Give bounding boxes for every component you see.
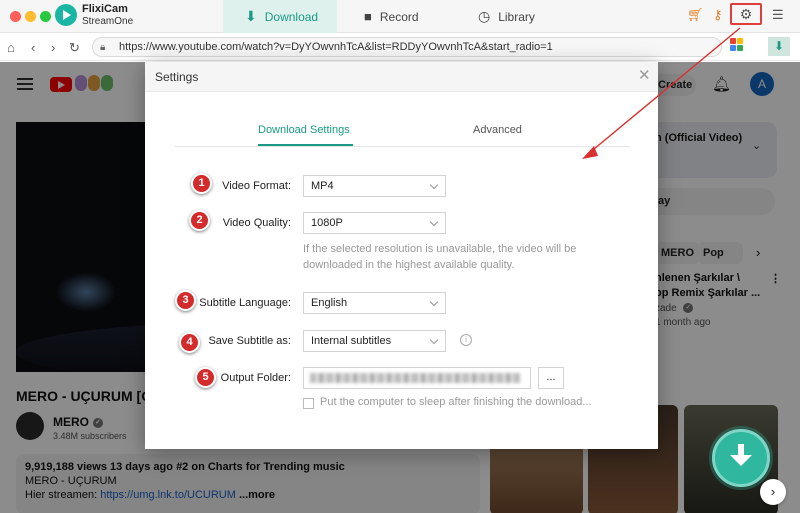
chevron-down-icon: [429, 180, 439, 190]
tab-download[interactable]: ⬇ Download: [223, 0, 337, 33]
browse-folder-button[interactable]: ...: [538, 367, 564, 389]
clock-icon: ◷: [478, 8, 491, 24]
info-icon[interactable]: i: [460, 334, 472, 346]
output-folder-input[interactable]: [303, 367, 531, 389]
download-fab-button[interactable]: [712, 429, 770, 487]
blurred-path: [310, 373, 520, 383]
download-panel-icon[interactable]: ⬇: [768, 37, 790, 56]
lock-icon: 🔒︎: [100, 42, 106, 53]
video-quality-label: Video Quality:: [222, 217, 291, 229]
back-icon[interactable]: ‹: [31, 40, 35, 55]
tab-advanced[interactable]: Advanced: [473, 124, 522, 146]
dialog-title: Settings: [155, 70, 199, 84]
menu-icon[interactable]: ☰: [772, 7, 784, 23]
camera-icon: ■: [364, 9, 372, 24]
close-icon[interactable]: ✕: [638, 68, 651, 83]
app-name: FlixiCam: [82, 3, 128, 15]
browser-toolbar: ⌂ ‹ › ↻ https://www.youtube.com/watch?v=…: [0, 34, 800, 61]
chevron-down-icon: [429, 217, 439, 227]
download-icon: ⬇: [245, 8, 257, 24]
resolution-note: If the selected resolution is unavailabl…: [303, 243, 577, 271]
key-icon[interactable]: ⚷: [713, 7, 723, 23]
minimize-window-button[interactable]: [25, 11, 36, 22]
app-subtitle: StreamOne: [82, 16, 134, 27]
sleep-checkbox-label: Put the computer to sleep after finishin…: [320, 396, 592, 408]
subtitle-language-select[interactable]: English: [303, 292, 446, 314]
settings-button[interactable]: ⚙: [730, 3, 762, 25]
apps-grid-icon[interactable]: [730, 38, 744, 52]
cart-icon[interactable]: 🛒︎: [687, 7, 704, 23]
app-window: FlixiCam StreamOne ⬇ Download ■ Record ◷…: [0, 0, 800, 513]
url-input[interactable]: https://www.youtube.com/watch?v=DyYOwvnh…: [92, 37, 722, 57]
save-subtitle-value: Internal subtitles: [311, 335, 392, 347]
title-bar: FlixiCam StreamOne ⬇ Download ■ Record ◷…: [0, 0, 800, 33]
reload-icon[interactable]: ↻: [69, 40, 80, 56]
subtitle-language-label: Subtitle Language:: [199, 297, 291, 309]
video-format-select[interactable]: MP4: [303, 175, 446, 197]
video-format-value: MP4: [311, 180, 334, 192]
next-arrow-button[interactable]: ›: [760, 479, 786, 505]
chevron-down-icon: [429, 335, 439, 345]
tab-record-label: Record: [379, 9, 419, 24]
subtitle-language-value: English: [311, 297, 348, 309]
save-subtitle-label: Save Subtitle as:: [208, 335, 291, 347]
chevron-down-icon: [429, 297, 439, 307]
home-icon[interactable]: ⌂: [7, 40, 15, 55]
forward-icon[interactable]: ›: [51, 40, 55, 55]
output-folder-label: Output Folder:: [220, 372, 291, 384]
maximize-window-button[interactable]: [40, 11, 51, 22]
tab-library-label: Library: [498, 9, 535, 24]
save-subtitle-select[interactable]: Internal subtitles: [303, 330, 446, 352]
sleep-checkbox[interactable]: [303, 398, 314, 409]
dialog-header: Settings ✕: [145, 62, 658, 92]
tab-library[interactable]: ◷ Library: [478, 0, 558, 33]
tab-record[interactable]: ■ Record: [364, 0, 444, 33]
tab-download-label: Download: [264, 9, 319, 24]
video-quality-value: 1080P: [311, 217, 343, 229]
settings-dialog: Settings ✕ Download Settings Advanced 1 …: [145, 62, 658, 449]
video-quality-select[interactable]: 1080P: [303, 212, 446, 234]
tab-download-settings[interactable]: Download Settings: [258, 124, 353, 146]
gear-icon: ⚙: [739, 6, 753, 22]
tab-divider: [175, 146, 630, 147]
app-logo-icon: [55, 4, 77, 26]
close-window-button[interactable]: [10, 11, 21, 22]
video-format-label: Video Format:: [222, 180, 291, 192]
